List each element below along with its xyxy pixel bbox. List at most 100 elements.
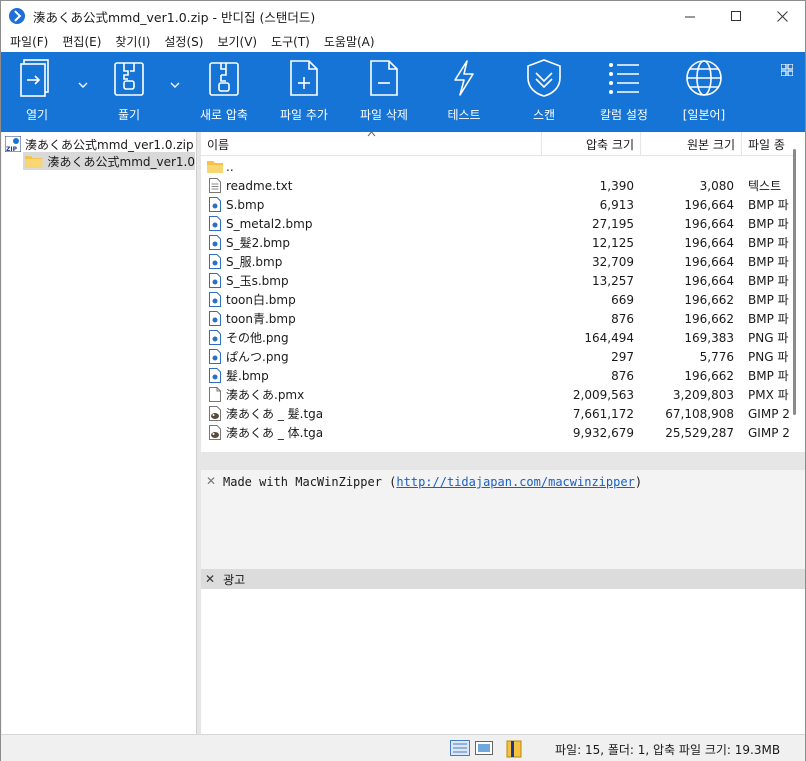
close-icon bbox=[776, 10, 788, 22]
columns-button[interactable]: 칼럼 설정 bbox=[594, 52, 654, 132]
image-file-icon bbox=[209, 311, 221, 326]
table-row[interactable]: S_髮2.bmp 12,125 196,664 BMP 파 bbox=[201, 233, 795, 252]
image-file-icon bbox=[209, 330, 221, 345]
table-row[interactable]: その他.png 164,494 169,383 PNG 파 bbox=[201, 328, 795, 347]
comment-suffix: ) bbox=[634, 475, 643, 489]
table-row[interactable]: S_metal2.bmp 27,195 196,664 BMP 파 bbox=[201, 214, 795, 233]
cell-original-size: 196,662 bbox=[684, 368, 734, 383]
open-button-label: 열기 bbox=[25, 108, 49, 122]
cell-file-type: BMP 파 bbox=[748, 198, 789, 212]
tree-item-folder[interactable]: 湊あくあ公式mmd_ver1.0 bbox=[23, 152, 195, 170]
column-header-name[interactable]: 이름 bbox=[201, 132, 542, 156]
column-header-original[interactable]: 원본 크기 bbox=[641, 132, 742, 156]
table-row[interactable]: 湊あくあ.pmx 2,009,563 3,209,803 PMX 파 bbox=[201, 385, 795, 404]
archive-info-button[interactable] bbox=[506, 740, 522, 761]
test-button-label: 테스트 bbox=[447, 108, 481, 122]
menu-file[interactable]: 파일(F) bbox=[3, 33, 55, 50]
menu-help[interactable]: 도움말(A) bbox=[317, 33, 382, 50]
details-view-button[interactable] bbox=[450, 740, 470, 759]
cell-original-size: 25,529,287 bbox=[665, 425, 734, 440]
open-dropdown-arrow[interactable] bbox=[77, 80, 89, 90]
cell-name: S_玉s.bmp bbox=[201, 271, 541, 290]
file-name: toon青.bmp bbox=[226, 312, 296, 326]
table-row[interactable]: readme.txt 1,390 3,080 텍스트 bbox=[201, 176, 795, 195]
file-list-scrollbar[interactable] bbox=[793, 149, 796, 415]
menu-find[interactable]: 찾기(I) bbox=[108, 33, 157, 50]
column-header-packed[interactable]: 압축 크기 bbox=[542, 132, 641, 156]
cell-packed-size: 164,494 bbox=[584, 330, 634, 345]
ad-close-icon[interactable]: ✕ bbox=[205, 572, 215, 586]
tree-folder-label: 湊あくあ公式mmd_ver1.0 bbox=[47, 154, 196, 169]
table-row[interactable]: toon青.bmp 876 196,662 BMP 파 bbox=[201, 309, 795, 328]
thumbnail-view-button[interactable] bbox=[475, 740, 493, 759]
cell-file-type: BMP 파 bbox=[748, 274, 789, 288]
file-name: S_髮2.bmp bbox=[226, 236, 290, 250]
image-file-icon bbox=[209, 254, 221, 269]
image-view-icon bbox=[475, 741, 493, 755]
cell-name: ぱんつ.png bbox=[201, 347, 541, 366]
cell-original-size: 196,664 bbox=[684, 254, 734, 269]
cell-file-type: BMP 파 bbox=[748, 217, 789, 231]
table-row[interactable]: toon白.bmp 669 196,662 BMP 파 bbox=[201, 290, 795, 309]
table-row[interactable]: 湊あくあ _ 体.tga 9,932,679 25,529,287 GIMP 2 bbox=[201, 423, 795, 442]
table-row[interactable]: S_服.bmp 32,709 196,664 BMP 파 bbox=[201, 252, 795, 271]
cell-original-size: 169,383 bbox=[684, 330, 734, 345]
scan-button[interactable]: 스캔 bbox=[514, 52, 574, 132]
cell-packed-size bbox=[542, 157, 634, 176]
language-button[interactable]: [일본어] bbox=[674, 52, 734, 132]
menu-settings[interactable]: 설정(S) bbox=[157, 33, 210, 50]
table-row[interactable]: S.bmp 6,913 196,664 BMP 파 bbox=[201, 195, 795, 214]
maximize-icon bbox=[730, 10, 741, 21]
menu-edit[interactable]: 편집(E) bbox=[55, 33, 108, 50]
maximize-button[interactable] bbox=[713, 1, 759, 31]
table-row[interactable]: ぱんつ.png 297 5,776 PNG 파 bbox=[201, 347, 795, 366]
cell-file-type: PMX 파 bbox=[748, 388, 789, 402]
zip-archive-icon: ZIP bbox=[5, 136, 21, 152]
cell-original-size: 196,664 bbox=[684, 216, 734, 231]
cell-original-size: 196,664 bbox=[684, 235, 734, 250]
cell-packed-size: 9,932,679 bbox=[572, 425, 634, 440]
extract-dropdown-arrow[interactable] bbox=[169, 80, 181, 90]
layout-menu-button[interactable] bbox=[780, 63, 794, 79]
cell-original-size: 196,664 bbox=[684, 273, 734, 288]
cell-packed-size: 297 bbox=[611, 349, 634, 364]
column-header-name-label: 이름 bbox=[207, 137, 230, 152]
delete-file-button[interactable]: 파일 삭제 bbox=[354, 52, 414, 132]
new-archive-button[interactable]: 새로 압축 bbox=[194, 52, 254, 132]
folder-icon bbox=[207, 161, 223, 173]
window-controls bbox=[667, 1, 805, 31]
archive-box-icon bbox=[506, 740, 522, 758]
svg-text:ZIP: ZIP bbox=[6, 146, 18, 152]
open-button[interactable]: 열기 bbox=[7, 52, 67, 132]
image-file-icon bbox=[209, 273, 221, 288]
delete-file-button-label: 파일 삭제 bbox=[360, 108, 408, 122]
minimize-button[interactable] bbox=[667, 1, 713, 31]
cell-file-type: BMP 파 bbox=[748, 236, 789, 250]
file-name: その他.png bbox=[226, 331, 289, 345]
cell-name: S_服.bmp bbox=[201, 252, 541, 271]
test-button[interactable]: 테스트 bbox=[434, 52, 494, 132]
cell-file-type: BMP 파 bbox=[748, 312, 789, 326]
lightning-icon bbox=[454, 60, 474, 96]
cell-packed-size: 669 bbox=[611, 292, 634, 307]
cell-original-size: 3,209,803 bbox=[672, 387, 734, 402]
comment-splitter[interactable] bbox=[201, 452, 805, 470]
cell-name: toon青.bmp bbox=[201, 309, 541, 328]
menu-tools[interactable]: 도구(T) bbox=[264, 33, 317, 50]
table-row[interactable]: 湊あくあ _ 髮.tga 7,661,172 67,108,908 GIMP 2 bbox=[201, 404, 795, 423]
archive-comment: Made with MacWinZipper (http://tidajapan… bbox=[223, 475, 642, 489]
minimize-icon bbox=[684, 16, 695, 17]
list-columns-icon bbox=[609, 63, 639, 94]
table-row[interactable]: .. bbox=[201, 157, 795, 176]
menu-view[interactable]: 보기(V) bbox=[210, 33, 264, 50]
comment-link[interactable]: http://tidajapan.com/macwinzipper bbox=[396, 475, 634, 489]
tree-item-archive[interactable]: ZIP 湊あくあ公式mmd_ver1.0.zip bbox=[5, 135, 194, 153]
comment-close-icon[interactable]: ✕ bbox=[206, 474, 216, 488]
extract-button-label: 풀기 bbox=[117, 108, 141, 122]
close-button[interactable] bbox=[759, 1, 805, 31]
cell-file-type: BMP 파 bbox=[748, 369, 789, 383]
add-file-button[interactable]: 파일 추가 bbox=[274, 52, 334, 132]
extract-button[interactable]: 풀기 bbox=[99, 52, 159, 132]
table-row[interactable]: 髮.bmp 876 196,662 BMP 파 bbox=[201, 366, 795, 385]
table-row[interactable]: S_玉s.bmp 13,257 196,664 BMP 파 bbox=[201, 271, 795, 290]
